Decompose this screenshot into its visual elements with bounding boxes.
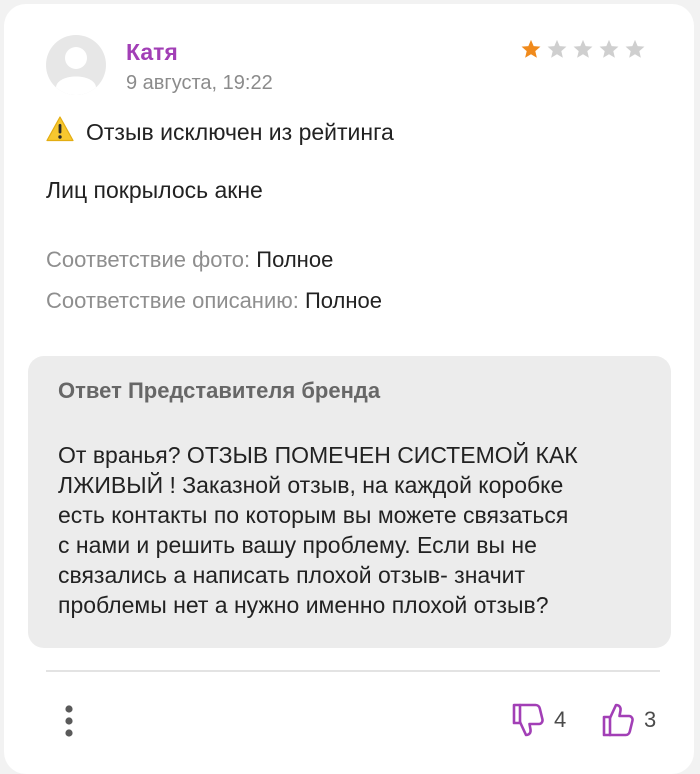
thumbs-up-icon xyxy=(602,703,634,737)
warning-icon xyxy=(46,116,74,148)
attribute-value: Полное xyxy=(256,247,334,272)
star-rating xyxy=(520,38,646,60)
like-count: 3 xyxy=(644,707,657,732)
star-empty-icon xyxy=(572,38,594,60)
dislike-button[interactable]: 4 xyxy=(510,702,566,738)
reply-line: есть контакты по которым вы можете связа… xyxy=(58,502,569,528)
avatar xyxy=(46,35,106,95)
star-empty-icon xyxy=(546,38,568,60)
reply-line: проблемы нет а нужно именно плохой отзыв… xyxy=(58,592,549,618)
like-button[interactable]: 3 xyxy=(600,702,656,738)
star-empty-icon xyxy=(598,38,620,60)
dislike-count: 4 xyxy=(554,707,567,732)
more-vertical-icon xyxy=(65,705,73,737)
author-name: Катя xyxy=(126,39,178,65)
review-text: Лиц покрылось акне xyxy=(46,177,263,203)
reply-line: От вранья? ОТЗЫВ ПОМЕЧЕН СИСТЕМОЙ КАК xyxy=(58,442,578,468)
attribute-description-match: Соответствие описанию: Полное xyxy=(46,288,382,314)
attribute-value: Полное xyxy=(304,288,383,313)
reply-line: связались а написать плохой отзыв- значи… xyxy=(58,562,526,588)
attribute-photo-match: Соответствие фото: Полное xyxy=(46,247,333,273)
review-date: 9 августа, 19:22 xyxy=(126,72,273,94)
star-filled-icon xyxy=(520,38,542,60)
more-options-button[interactable] xyxy=(63,704,75,738)
thumbs-down-icon xyxy=(512,703,544,737)
review-card: Катя 9 августа, 19:22 Отзыв исключен из … xyxy=(4,4,694,774)
attribute-label: Соответствие фото: xyxy=(46,247,251,272)
user-placeholder-icon xyxy=(56,47,96,95)
divider xyxy=(46,670,660,672)
brand-reply: Ответ Представителя бренда От вранья? ОТ… xyxy=(28,356,671,648)
star-empty-icon xyxy=(624,38,646,60)
reply-text: От вранья? ОТЗЫВ ПОМЕЧЕН СИСТЕМОЙ КАК ЛЖ… xyxy=(58,440,641,620)
reply-title: Ответ Представителя бренда xyxy=(58,378,381,403)
reply-line: с нами и решить вашу проблему. Если вы н… xyxy=(58,532,537,558)
excluded-notice-text: Отзыв исключен из рейтинга xyxy=(86,118,394,145)
reply-line: ЛЖИВЫЙ ! Заказной отзыв, на каждой короб… xyxy=(58,472,564,498)
attribute-label: Соответствие описанию: xyxy=(46,288,299,313)
excluded-notice: Отзыв исключен из рейтинга xyxy=(46,116,394,148)
